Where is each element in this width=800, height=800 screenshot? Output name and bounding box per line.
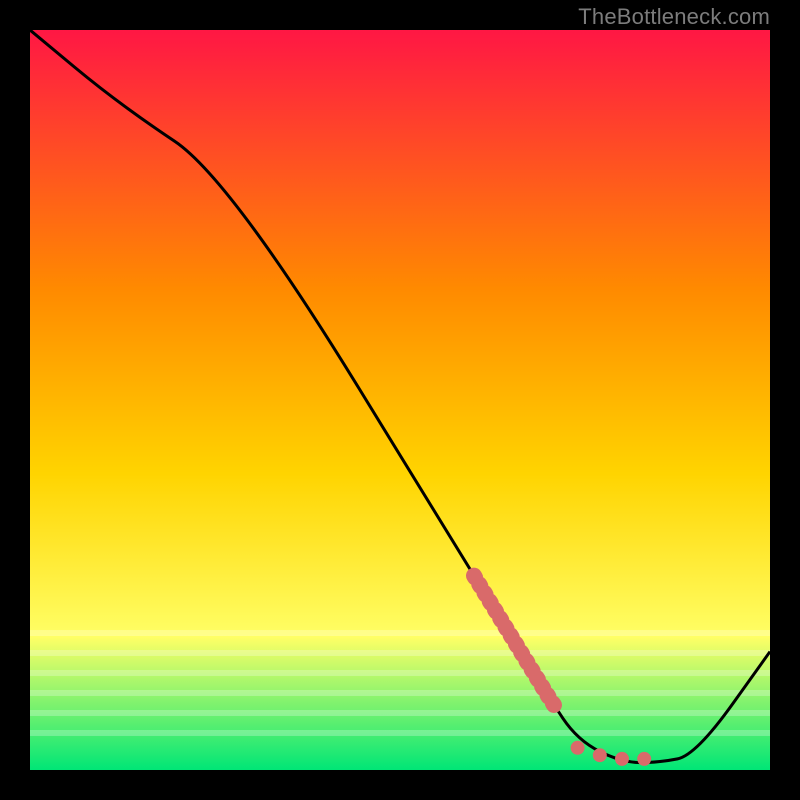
- marker-dot: [615, 752, 629, 766]
- gradient-background: [30, 30, 770, 770]
- attribution-text: TheBottleneck.com: [578, 4, 770, 30]
- plot-area: [30, 30, 770, 770]
- outer-frame: TheBottleneck.com: [0, 0, 800, 800]
- marker-dot: [593, 748, 607, 762]
- marker-dot: [637, 752, 651, 766]
- marker-dot: [571, 741, 585, 755]
- chart-svg: [30, 30, 770, 770]
